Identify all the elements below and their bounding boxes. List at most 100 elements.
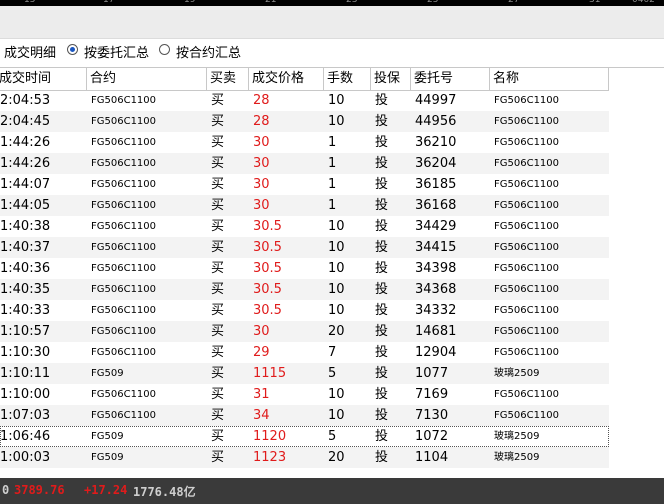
row-time: 1:10:11 xyxy=(0,366,51,381)
row-contract: FG509 xyxy=(91,431,124,442)
table-row[interactable]: 1:40:35 FG506C1100 买 30.5 10 投 34368 FG506C1100 xyxy=(0,279,609,300)
top-tick: 23 xyxy=(346,0,358,5)
row-contract: FG506C1100 xyxy=(91,158,157,169)
row-name: FG506C1100 xyxy=(494,326,560,337)
table-row[interactable]: 1:40:36 FG506C1100 买 30.5 10 投 34398 FG506C1100 xyxy=(0,258,609,279)
row-hedge: 投 xyxy=(375,135,389,150)
col-header-contract[interactable]: 合约 xyxy=(87,68,207,90)
top-tick: 25 xyxy=(427,0,439,5)
row-contract: FG506C1100 xyxy=(91,116,157,127)
row-order-no: 1072 xyxy=(415,429,449,444)
row-price: 1123 xyxy=(253,450,287,465)
row-hedge: 投 xyxy=(375,387,389,402)
row-time: 1:44:05 xyxy=(0,198,51,213)
table-row[interactable]: 1:10:30 FG506C1100 买 29 7 投 12904 FG506C1100 xyxy=(0,342,609,363)
header-extension-line xyxy=(609,67,664,68)
radio-by-contract-icon[interactable] xyxy=(159,44,170,55)
table-row[interactable]: 1:10:00 FG506C1100 买 31 10 投 7169 FG506C1100 xyxy=(0,384,609,405)
row-order-no: 44956 xyxy=(415,114,457,129)
col-header-name[interactable]: 名称 xyxy=(490,68,609,90)
row-price: 30 xyxy=(253,198,270,213)
table-row[interactable]: 1:44:05 FG506C1100 买 30 1 投 36168 FG506C1100 xyxy=(0,195,609,216)
row-price: 30.5 xyxy=(253,219,282,234)
row-name: FG506C1100 xyxy=(494,200,560,211)
table-row[interactable]: 1:44:07 FG506C1100 买 30 1 投 36185 FG506C1100 xyxy=(0,174,609,195)
row-price: 31 xyxy=(253,387,270,402)
row-side: 买 xyxy=(211,429,225,444)
top-tick: 19 xyxy=(184,0,196,5)
table-row[interactable]: 1:40:38 FG506C1100 买 30.5 10 投 34429 FG506C1100 xyxy=(0,216,609,237)
row-time: 1:44:26 xyxy=(0,156,51,171)
row-hedge: 投 xyxy=(375,198,389,213)
row-time: 1:06:46 xyxy=(0,429,51,444)
row-time: 2:04:45 xyxy=(0,114,51,129)
row-name: 玻璃2509 xyxy=(494,368,540,379)
row-price: 30 xyxy=(253,156,270,171)
table-row[interactable]: 1:07:03 FG506C1100 买 34 10 投 7130 FG506C1100 xyxy=(0,405,609,426)
row-price: 30 xyxy=(253,135,270,150)
row-hedge: 投 xyxy=(375,114,389,129)
row-name: FG506C1100 xyxy=(494,137,560,148)
row-side: 买 xyxy=(211,282,225,297)
row-name: FG506C1100 xyxy=(494,347,560,358)
row-price: 30.5 xyxy=(253,282,282,297)
row-time: 1:44:07 xyxy=(0,177,51,192)
row-qty: 7 xyxy=(328,345,337,360)
row-hedge: 投 xyxy=(375,219,389,234)
row-order-no: 36168 xyxy=(415,198,457,213)
row-name: FG506C1100 xyxy=(494,284,560,295)
col-header-time[interactable]: 成交时间 xyxy=(0,68,87,90)
col-header-price[interactable]: 成交价格 xyxy=(249,68,324,90)
row-hedge: 投 xyxy=(375,177,389,192)
turnover-value: 1776.48亿 xyxy=(133,485,196,499)
radio-by-order-label[interactable]: 按委托汇总 xyxy=(84,42,149,61)
row-order-no: 36210 xyxy=(415,135,457,150)
row-hedge: 投 xyxy=(375,345,389,360)
row-name: FG506C1100 xyxy=(494,95,560,106)
panel-title: 成交明细 xyxy=(4,46,57,61)
row-order-no: 34415 xyxy=(415,240,457,255)
table-row[interactable]: 1:44:26 FG506C1100 买 30 1 投 36210 FG506C1100 xyxy=(0,132,609,153)
row-side: 买 xyxy=(211,156,225,171)
col-header-hedge[interactable]: 投保 xyxy=(371,68,411,90)
row-qty: 10 xyxy=(328,408,345,423)
table-row[interactable]: 1:44:26 FG506C1100 买 30 1 投 36204 FG506C1100 xyxy=(0,153,609,174)
filter-bar: 成交明细 按委托汇总 按合约汇总 xyxy=(0,39,664,63)
row-hedge: 投 xyxy=(375,450,389,465)
row-name: 玻璃2509 xyxy=(494,431,540,442)
row-qty: 1 xyxy=(328,156,337,171)
row-price: 30 xyxy=(253,177,270,192)
col-header-side[interactable]: 买卖 xyxy=(207,68,249,90)
row-time: 1:10:57 xyxy=(0,324,51,339)
top-tick: 17 xyxy=(103,0,115,5)
row-contract: FG506C1100 xyxy=(91,179,157,190)
row-qty: 1 xyxy=(328,198,337,213)
table-row[interactable]: 1:10:57 FG506C1100 买 30 20 投 14681 FG506C1100 xyxy=(0,321,609,342)
row-hedge: 投 xyxy=(375,282,389,297)
index-value: 3789.76 xyxy=(14,483,65,497)
row-price: 30.5 xyxy=(253,261,282,276)
table-row[interactable]: 2:04:53 FG506C1100 买 28 10 投 44997 FG506C1100 xyxy=(0,90,609,111)
row-time: 1:00:03 xyxy=(0,450,51,465)
table-row[interactable]: 1:06:46 FG509 买 1120 5 投 1072 玻璃2509 xyxy=(0,426,609,447)
row-contract: FG506C1100 xyxy=(91,347,157,358)
radio-by-contract-label[interactable]: 按合约汇总 xyxy=(176,42,241,61)
col-header-qty[interactable]: 手数 xyxy=(324,68,371,90)
row-qty: 5 xyxy=(328,366,337,381)
row-side: 买 xyxy=(211,240,225,255)
row-order-no: 34368 xyxy=(415,282,457,297)
index-change: +17.24 xyxy=(84,483,128,497)
radio-by-order-icon[interactable] xyxy=(67,44,78,55)
row-hedge: 投 xyxy=(375,240,389,255)
table-row[interactable]: 1:40:37 FG506C1100 买 30.5 10 投 34415 FG506C1100 xyxy=(0,237,609,258)
row-order-no: 7130 xyxy=(415,408,449,423)
row-qty: 10 xyxy=(328,303,345,318)
row-side: 买 xyxy=(211,198,225,213)
table-row[interactable]: 1:10:11 FG509 买 1115 5 投 1077 玻璃2509 xyxy=(0,363,609,384)
row-name: FG506C1100 xyxy=(494,242,560,253)
row-side: 买 xyxy=(211,366,225,381)
table-row[interactable]: 1:40:33 FG506C1100 买 30.5 10 投 34332 FG506C1100 xyxy=(0,300,609,321)
table-row[interactable]: 1:00:03 FG509 买 1123 20 投 1104 玻璃2509 xyxy=(0,447,609,468)
col-header-order-no[interactable]: 委托号 xyxy=(411,68,490,90)
table-row[interactable]: 2:04:45 FG506C1100 买 28 10 投 44956 FG506C1100 xyxy=(0,111,609,132)
